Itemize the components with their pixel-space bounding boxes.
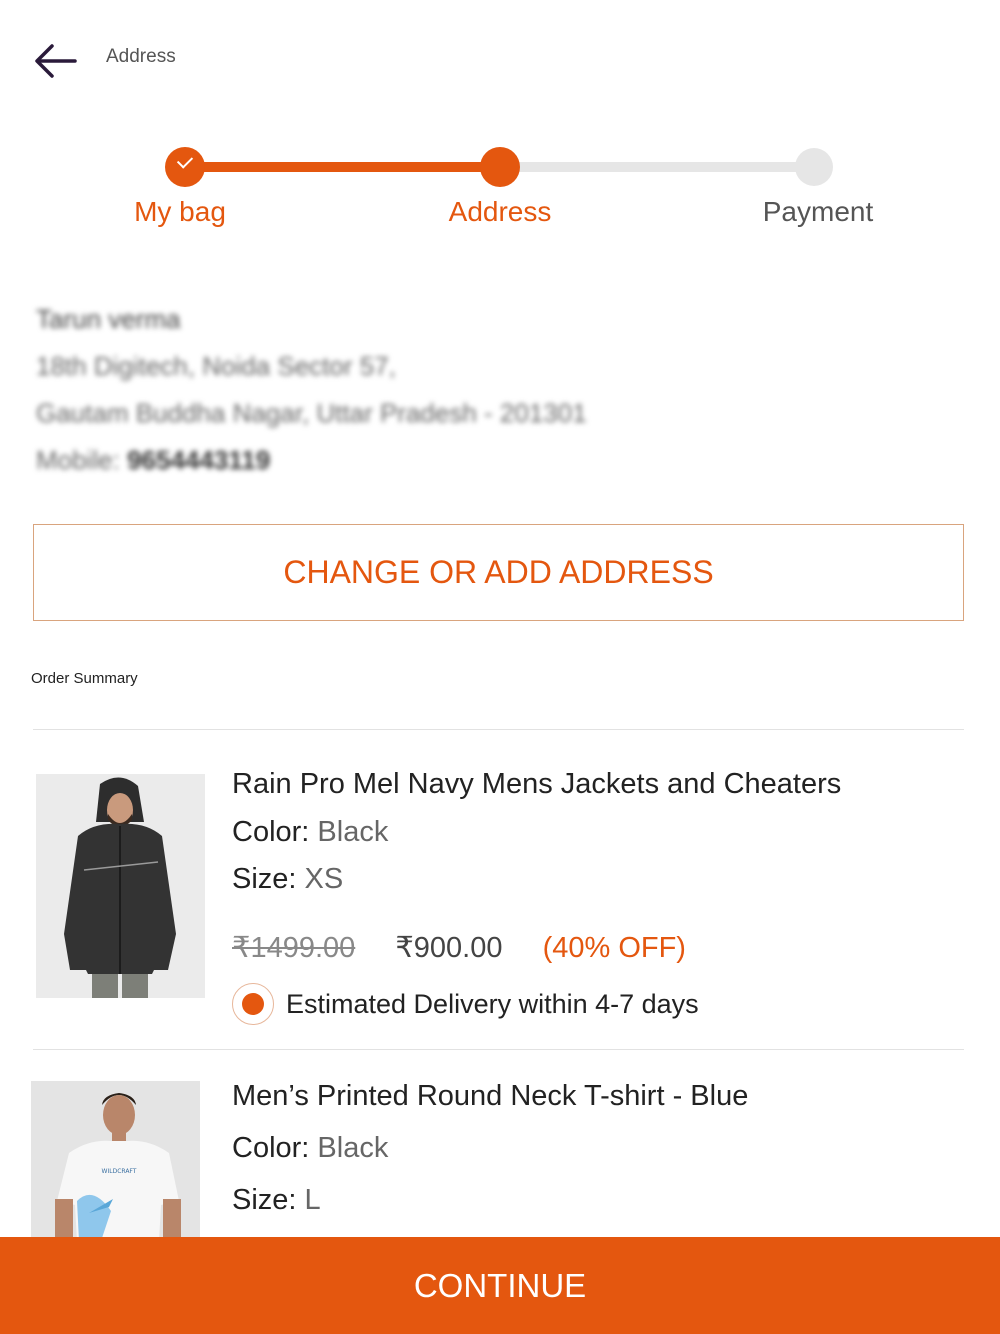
tshirt-product-image: WILDCRAFT (31, 1081, 200, 1241)
product-image[interactable] (36, 774, 205, 998)
item-discount: (40% OFF) (542, 932, 686, 964)
mobile-label: Mobile: (36, 445, 120, 475)
mobile-number: 9654443119 (127, 445, 271, 475)
header: Address (0, 0, 1000, 110)
step-label-payment: Payment (762, 196, 874, 227)
divider (33, 1049, 964, 1050)
color-value: Black (317, 1132, 389, 1164)
size-value: L (304, 1184, 321, 1216)
step-label-mybag[interactable]: My bag (80, 196, 280, 228)
size-value: XS (304, 863, 344, 895)
address-line1: 18th Digitech, Noida Sector 57, (36, 351, 396, 381)
color-label: Color: (232, 816, 310, 848)
order-item: WILDCRAFT Men’s Printed Round Neck T-shi… (0, 1060, 1000, 1241)
item-name[interactable]: Men’s Printed Round Neck T-shirt - Blue (232, 1080, 748, 1113)
step-address-dot (480, 147, 520, 187)
step-mybag-dot (165, 147, 205, 187)
divider (33, 729, 964, 730)
continue-button[interactable]: CONTINUE (0, 1237, 1000, 1334)
item-price-row: ₹1499.00 ₹900.00 (40% OFF) (232, 930, 686, 965)
back-button[interactable] (30, 38, 80, 84)
address-name: Tarun verma (36, 304, 181, 334)
item-size: Size: XS (232, 863, 343, 896)
item-color: Color: Black (232, 1132, 388, 1165)
stepper-track-completed (185, 162, 500, 172)
checkout-stepper: My bag Address Payment (0, 140, 1000, 240)
item-size: Size: L (232, 1184, 321, 1217)
item-name[interactable]: Rain Pro Mel Navy Mens Jackets and Cheat… (232, 768, 841, 801)
delivery-address: Tarun verma 18th Digitech, Noida Sector … (36, 296, 587, 484)
item-price: ₹900.00 (395, 932, 503, 964)
product-image[interactable]: WILDCRAFT (31, 1081, 200, 1241)
page-title: Address (106, 46, 176, 67)
address-line2: Gautam Buddha Nagar, Uttar Pradesh - 201… (36, 398, 587, 428)
delivery-estimate: Estimated Delivery within 4-7 days (232, 983, 699, 1025)
item-mrp: ₹1499.00 (232, 932, 356, 964)
step-payment-dot (795, 148, 833, 186)
jacket-product-image (36, 774, 205, 998)
order-item: Rain Pro Mel Navy Mens Jackets and Cheat… (0, 740, 1000, 1050)
size-label: Size: (232, 863, 297, 895)
stepper-track-remaining (500, 162, 815, 172)
change-or-add-address-button[interactable]: CHANGE OR ADD ADDRESS (33, 524, 964, 621)
svg-text:WILDCRAFT: WILDCRAFT (102, 1168, 137, 1175)
order-summary-title: Order Summary (31, 670, 138, 687)
delivery-radio[interactable] (232, 983, 274, 1025)
step-label-address: Address (448, 196, 552, 227)
color-value: Black (317, 816, 389, 848)
arrow-left-icon (35, 44, 77, 78)
address-mobile: Mobile: 9654443119 (36, 437, 587, 484)
item-color: Color: Black (232, 816, 388, 849)
check-icon (176, 152, 194, 169)
color-label: Color: (232, 1132, 310, 1164)
delivery-text: Estimated Delivery within 4-7 days (286, 988, 699, 1019)
size-label: Size: (232, 1184, 297, 1216)
